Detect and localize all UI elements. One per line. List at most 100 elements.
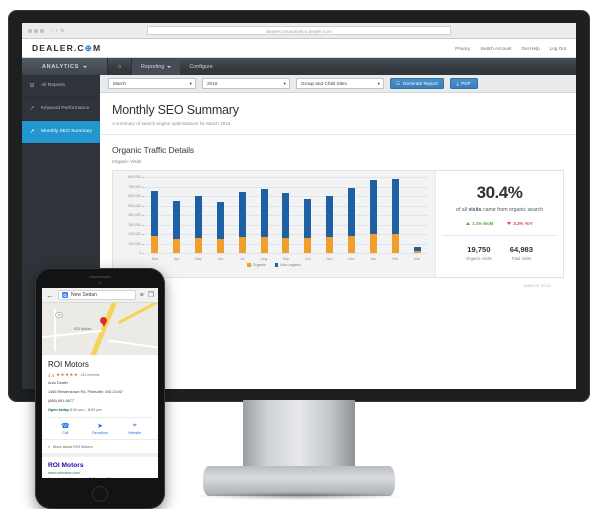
- menu-icon[interactable]: ≡: [140, 292, 144, 299]
- chart-x-tick-label: Feb: [392, 257, 399, 261]
- sidebar-item-all-reports[interactable]: ⊞ All Reports: [22, 75, 100, 99]
- forward-icon[interactable]: ›: [56, 28, 58, 34]
- get-help-link[interactable]: Get Help: [522, 46, 540, 51]
- chart-bar[interactable]: [195, 177, 203, 253]
- analytics-brand-label: ANALYTICS: [42, 63, 79, 70]
- chart-bar[interactable]: [151, 177, 159, 253]
- map-preview[interactable]: 40 ROI Motors: [42, 303, 158, 355]
- rating-value: 4.4: [48, 372, 55, 378]
- chart-bar[interactable]: [413, 177, 421, 253]
- analytics-navbar: ANALYTICS ⌂ Reporting Configure: [22, 58, 576, 75]
- chart-x-axis: Mar Apr May Jun Jul Aug Sep Oct Nov Dec Jan Feb Mar: [144, 253, 428, 261]
- chart-bar[interactable]: [173, 177, 181, 253]
- generate-report-button[interactable]: ☷ Generate Report: [390, 78, 444, 89]
- chart-y-tick-label: 500,000: [128, 203, 141, 208]
- month-select[interactable]: March ▾: [108, 78, 196, 89]
- organic-traffic-section: Organic Traffic Details Organic Visits 8…: [100, 135, 576, 288]
- chart-bar[interactable]: [369, 177, 377, 253]
- reload-icon[interactable]: ↻: [60, 28, 64, 34]
- chart-bar-segment-non-organic: [151, 190, 159, 237]
- search-result-url: www.roimotors.com/: [48, 471, 81, 476]
- search-result-description: Auto dealership serving Baltimore, Glen: [48, 477, 152, 478]
- search-result-title[interactable]: ROI Motors: [48, 462, 152, 469]
- phone-home-button[interactable]: [92, 486, 108, 502]
- dealercom-logo[interactable]: DEALER.C⊕M: [32, 43, 101, 54]
- window-controls[interactable]: [28, 28, 44, 33]
- call-button[interactable]: ☎ Call: [48, 422, 83, 436]
- chart-y-tick-label: 800,000: [128, 175, 141, 179]
- chart-bar[interactable]: [304, 177, 312, 253]
- chart-bar-segment-organic: [413, 251, 421, 253]
- chart-bar-slot: [231, 177, 253, 253]
- map-pin-icon[interactable]: [100, 317, 107, 327]
- chart-plot-area: 800,000 700,000 600,000 500,000 400,000 300,0…: [128, 175, 428, 255]
- business-address: 1466 Reisterstown Rd, Pikesville, MD 210…: [48, 389, 123, 394]
- monitor-shadow: [196, 492, 402, 500]
- chart-x-tick-label: Jan: [370, 257, 377, 261]
- report-icon: ☷: [396, 80, 401, 86]
- browser-nav-buttons[interactable]: ‹ › ↻: [51, 28, 65, 34]
- back-arrow-icon[interactable]: ←: [46, 291, 54, 300]
- search-result-item[interactable]: ROI Motors www.roimotors.com/ Auto deale…: [42, 453, 158, 478]
- chart-bar-segment-organic: [151, 236, 159, 253]
- directions-button[interactable]: ➤ Directions: [83, 422, 118, 436]
- chart-bar[interactable]: [216, 177, 224, 253]
- kpi-total-visits: 64,983 Total Visits: [510, 245, 533, 261]
- tabs-icon[interactable]: ❐: [148, 291, 154, 299]
- chart-bar-segment-organic: [348, 235, 356, 253]
- business-phone[interactable]: (888) 891-6677: [48, 399, 152, 405]
- more-about-business-link[interactable]: ▿ More about ROI Motors: [42, 439, 158, 453]
- map-road-major: [87, 303, 118, 355]
- sidebar-item-keyword-performance[interactable]: ↗ Keyword Performance: [22, 98, 100, 122]
- chart-bar[interactable]: [238, 177, 246, 253]
- analytics-brand-menu[interactable]: ANALYTICS: [22, 58, 108, 75]
- chart-bar[interactable]: [282, 177, 290, 253]
- grid-icon: ⊞: [29, 83, 35, 89]
- chart-bar-slot: [362, 177, 384, 253]
- chart-bar-slot: [341, 177, 363, 253]
- monitor-stand-neck: [243, 400, 355, 470]
- business-hours: Open today 8:00 am – 8:00 pm: [48, 408, 152, 412]
- chart-legend-item[interactable]: Non-organic: [274, 263, 301, 267]
- year-select[interactable]: 2016 ▾: [202, 78, 290, 89]
- home-button[interactable]: ⌂: [108, 58, 132, 75]
- chart-y-tick-label: 400,000: [128, 213, 141, 217]
- minimize-icon[interactable]: [34, 28, 38, 33]
- back-icon[interactable]: ‹: [51, 28, 53, 34]
- chart-x-tick-label: Mar: [414, 257, 421, 261]
- website-button[interactable]: ⌖ Website: [117, 422, 152, 436]
- chart-bar[interactable]: [391, 177, 399, 253]
- review-count[interactable]: 132 reviews: [80, 373, 99, 377]
- log-out-link[interactable]: Log Out: [550, 46, 566, 51]
- call-button-label: Call: [62, 431, 69, 436]
- map-road-minor: [108, 339, 158, 349]
- chart-bar-slot: [253, 177, 275, 253]
- pdf-export-button[interactable]: ⤓ PDF: [449, 78, 478, 89]
- scope-select[interactable]: Group and Child Sites ▾: [296, 78, 384, 89]
- search-input[interactable]: G New Sedan: [58, 290, 136, 300]
- chart-bar[interactable]: [260, 177, 268, 253]
- nav-item-reporting[interactable]: Reporting: [132, 58, 181, 75]
- sidebar-item-monthly-seo-summary[interactable]: ↗ Monthly SEO Summary: [22, 121, 100, 145]
- chart-x-tick-label: Jul: [240, 257, 245, 261]
- report-view: Monthly SEO Summary A summary of search …: [100, 93, 576, 389]
- chart-bar-segment-organic: [260, 236, 268, 253]
- chart-bars: [144, 177, 428, 253]
- chart-legend-item[interactable]: Organic: [247, 263, 266, 267]
- chevron-down-icon: ▿: [48, 445, 50, 450]
- address-bar[interactable]: dealercomanalytics.dealer.com: [147, 26, 451, 35]
- privacy-link[interactable]: Privacy: [455, 46, 470, 51]
- legend-label: Non-organic: [280, 263, 301, 267]
- download-icon: ⤓: [456, 81, 459, 86]
- maximize-icon[interactable]: [40, 28, 44, 33]
- chart-bar[interactable]: [326, 177, 334, 253]
- nav-item-configure[interactable]: Configure: [180, 58, 221, 75]
- chart-y-tick-label: 100,000: [128, 241, 141, 246]
- chart-bar[interactable]: [348, 177, 356, 253]
- kpi-organic-visits-label: Organic Visits: [466, 256, 492, 261]
- chart-x-tick-label: Oct: [305, 257, 311, 261]
- chart-bar-segment-non-organic: [391, 179, 399, 234]
- switch-account-link[interactable]: Switch Account: [480, 46, 511, 51]
- chart-y-tick-label: 600,000: [128, 194, 141, 198]
- close-icon[interactable]: [28, 28, 32, 33]
